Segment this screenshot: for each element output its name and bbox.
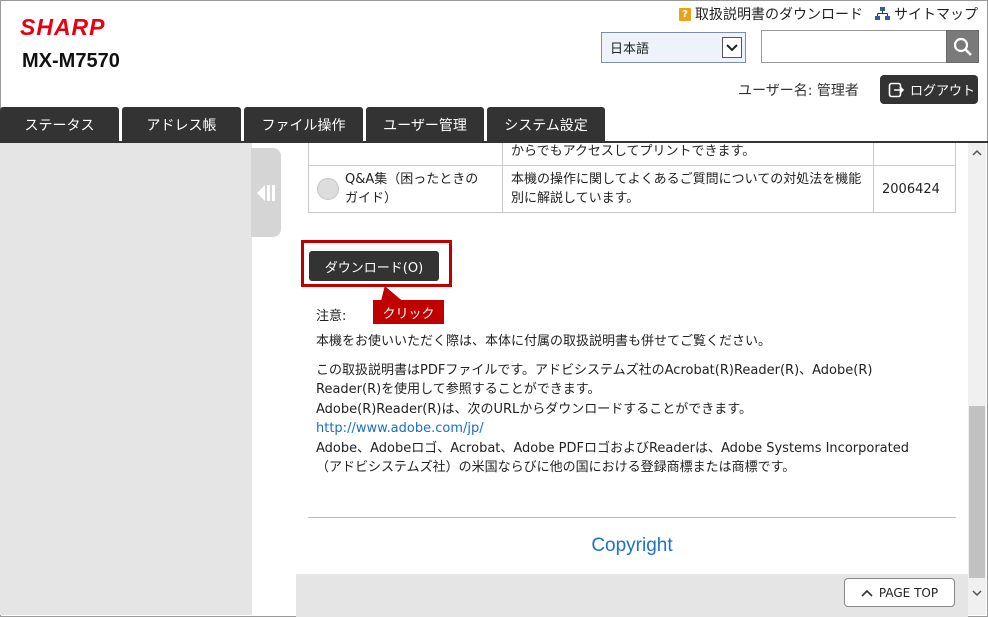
chevron-down-icon [722, 37, 742, 58]
model-name: MX-M7570 [22, 50, 120, 72]
logout-button[interactable]: ログアウト [880, 75, 978, 104]
trademark-line-2: （アドビシステムズ社）の米国ならびに他の国における登録商標または商標です。 [316, 460, 796, 475]
tab-system-settings[interactable]: システム設定 [487, 107, 605, 142]
logout-label: ログアウト [910, 84, 976, 99]
sidebar [0, 143, 252, 615]
search-button[interactable] [946, 30, 979, 63]
table-row: からでもアクセスしてプリントできます。 [308, 143, 956, 166]
sidebar-collapse-button[interactable] [251, 148, 281, 237]
language-value: 日本語 [610, 42, 650, 57]
table-cell-number: 2006424 [873, 165, 956, 213]
manual-download-label: 取扱説明書のダウンロード [695, 7, 863, 23]
note-paragraph: 本機をお使いいただく際は、本体に付属の取扱説明書も併せてご覧ください。 [316, 334, 772, 349]
help-icon: ? [679, 7, 691, 21]
manual-radio-button[interactable] [317, 178, 339, 200]
page-top-label: PAGE TOP [878, 585, 939, 600]
language-select[interactable]: 日本語 [601, 32, 746, 63]
tab-file-operations[interactable]: ファイル操作 [244, 107, 363, 142]
copyright-link[interactable]: Copyright [296, 535, 968, 557]
pdf-info-line-1: この取扱説明書はPDFファイルです。アドビシステムズ社のAcrobat(R)Re… [316, 363, 873, 378]
divider [308, 517, 956, 518]
tab-user-management[interactable]: ユーザー管理 [366, 107, 484, 142]
download-button[interactable]: ダウンロード(O) [309, 251, 439, 281]
table-cell-name [308, 143, 503, 166]
sitemap-label: サイトマップ [894, 7, 978, 23]
sharp-logo: SHARP [20, 14, 106, 40]
logout-icon [888, 82, 904, 97]
username-label: ユーザー名: 管理者 [738, 83, 859, 99]
table-cell-description: からでもアクセスしてプリントできます。 [501, 143, 875, 166]
scroll-down-button[interactable] [968, 584, 986, 602]
note-label: 注意: [316, 309, 347, 324]
chevron-up-icon [861, 589, 873, 597]
chevron-up-icon [972, 149, 982, 156]
search-input[interactable] [761, 30, 947, 63]
manual-table: からでもアクセスしてプリントできます。 Q&A集（困ったときのガイド） 本機の操… [308, 143, 956, 213]
table-cell-description: 本機の操作に関してよくあるご質問についての対処法を機能別に解説しています。 [501, 165, 875, 213]
top-links: ? 取扱説明書のダウンロード サイトマップ [679, 4, 978, 24]
manual-download-link[interactable]: ? 取扱説明書のダウンロード [679, 4, 863, 24]
tab-address-book[interactable]: アドレス帳 [122, 107, 241, 142]
pdf-info-line-3: Adobe(R)Reader(R)は、次のURLからダウンロードすることができま… [316, 402, 752, 417]
scroll-up-button[interactable] [968, 143, 986, 161]
pdf-info-line-2: Reader(R)を使用して参照することができます。 [316, 382, 601, 397]
search-icon [953, 37, 972, 56]
scrollbar-thumb[interactable] [969, 406, 985, 578]
adobe-url-link[interactable]: http://www.adobe.com/jp/ [316, 419, 484, 439]
table-row: Q&A集（困ったときのガイド） 本機の操作に関してよくあるご質問についての対処法… [308, 165, 956, 213]
chevron-down-icon [972, 589, 982, 596]
tab-status[interactable]: ステータス [0, 107, 119, 142]
page-top-button[interactable]: PAGE TOP [844, 578, 955, 607]
main-content: からでもアクセスしてプリントできます。 Q&A集（困ったときのガイド） 本機の操… [296, 143, 968, 617]
sitemap-link[interactable]: サイトマップ [875, 4, 978, 24]
collapse-left-icon [257, 184, 275, 201]
manual-name: Q&A集（困ったときのガイド） [345, 172, 479, 206]
table-cell-number [873, 143, 956, 166]
sitemap-icon [875, 7, 890, 20]
trademark-line-1: Adobe、Adobeロゴ、Acrobat、Adobe PDFロゴおよびRead… [316, 441, 909, 456]
click-callout: クリック [373, 300, 444, 324]
main-nav: ステータス アドレス帳 ファイル操作 ユーザー管理 システム設定 [0, 106, 988, 143]
